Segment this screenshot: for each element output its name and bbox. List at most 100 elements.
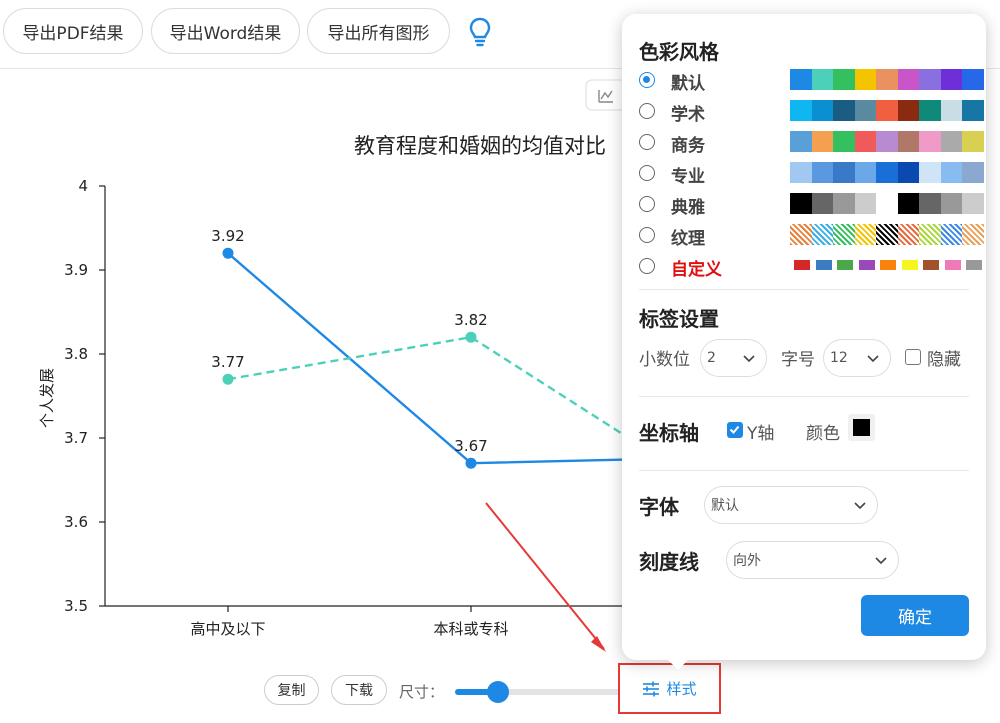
chart-title: 教育程度和婚姻的均值对比 bbox=[354, 134, 606, 158]
color-swatch bbox=[962, 162, 984, 183]
data-point[interactable] bbox=[465, 331, 477, 343]
palette-row[interactable]: 默认 bbox=[639, 67, 984, 94]
color-swatch bbox=[876, 193, 898, 214]
decimals-label: 小数位 bbox=[639, 350, 690, 370]
color-swatch bbox=[897, 100, 919, 121]
color-swatch bbox=[833, 69, 855, 90]
palette-radio[interactable] bbox=[639, 196, 655, 212]
palette-label: 自定义 bbox=[671, 260, 722, 280]
palette-radio[interactable] bbox=[639, 72, 655, 88]
palette-swatches bbox=[790, 255, 988, 270]
palette-swatches bbox=[790, 131, 984, 152]
color-swatch bbox=[815, 260, 832, 270]
palette-row[interactable]: 纹理 bbox=[639, 222, 984, 249]
color-swatch bbox=[897, 224, 919, 245]
y-tick-label: 3.7 bbox=[64, 429, 88, 447]
size-slider[interactable] bbox=[455, 681, 625, 703]
color-swatch bbox=[962, 100, 984, 121]
color-swatch bbox=[940, 69, 962, 90]
palette-radio[interactable] bbox=[639, 103, 655, 119]
color-swatch bbox=[811, 224, 833, 245]
label-settings-title: 标签设置 bbox=[639, 307, 719, 331]
hide-labels-checkbox[interactable] bbox=[905, 349, 921, 365]
palette-label: 默认 bbox=[671, 74, 705, 94]
y-axis-label-text: Y轴 bbox=[747, 424, 775, 444]
export-pdf-button[interactable]: 导出PDF结果 bbox=[3, 8, 143, 54]
y-axis-label: 个人发展 bbox=[38, 368, 56, 428]
palette-row[interactable]: 专业 bbox=[639, 160, 984, 187]
chevron-down-icon bbox=[867, 355, 879, 363]
series-line bbox=[227, 252, 641, 465]
color-swatch bbox=[833, 224, 855, 245]
sliders-icon bbox=[643, 681, 660, 696]
series-layer: 3.92 3.67 3.77 3.82 bbox=[211, 227, 641, 469]
data-point[interactable] bbox=[222, 373, 234, 385]
font-title: 字体 bbox=[639, 495, 679, 519]
font-value: 默认 bbox=[711, 498, 739, 514]
axes: 3.5 3.6 3.7 3.8 3.9 4 高中及以下 本科或专科 bbox=[64, 177, 640, 638]
palette-row[interactable]: 典雅 bbox=[639, 191, 984, 218]
data-label: 3.67 bbox=[454, 437, 487, 455]
data-point[interactable] bbox=[222, 247, 234, 259]
color-swatch bbox=[940, 100, 962, 121]
palette-radio[interactable] bbox=[639, 258, 655, 274]
tick-select[interactable]: 向外 bbox=[726, 541, 899, 579]
color-swatch bbox=[790, 100, 812, 121]
palette-row[interactable]: 商务 bbox=[639, 129, 984, 156]
hide-labels-label: 隐藏 bbox=[927, 350, 961, 370]
decimals-value: 2 bbox=[707, 350, 716, 366]
series-line bbox=[227, 335, 641, 447]
color-swatch bbox=[919, 162, 941, 183]
export-word-button[interactable]: 导出Word结果 bbox=[151, 8, 300, 54]
color-swatch bbox=[790, 162, 812, 183]
decimals-select[interactable]: 2 bbox=[700, 339, 767, 377]
series-1: 3.92 3.67 bbox=[211, 227, 641, 469]
palette-label: 纹理 bbox=[671, 229, 705, 249]
color-swatch bbox=[794, 260, 810, 270]
palette-radio[interactable] bbox=[639, 134, 655, 150]
color-swatch bbox=[837, 260, 853, 270]
color-swatch bbox=[833, 100, 855, 121]
fontsize-select[interactable]: 12 bbox=[823, 339, 891, 377]
copy-button[interactable]: 复制 bbox=[264, 675, 319, 705]
palette-label: 学术 bbox=[671, 105, 705, 125]
download-button[interactable]: 下载 bbox=[331, 675, 387, 705]
color-swatch bbox=[919, 224, 941, 245]
color-swatch bbox=[876, 224, 898, 245]
x-tick-label: 本科或专科 bbox=[433, 620, 508, 638]
size-slider-handle[interactable] bbox=[486, 681, 509, 703]
palette-swatches bbox=[790, 100, 984, 121]
tick-title: 刻度线 bbox=[639, 550, 699, 574]
lightbulb-icon[interactable] bbox=[466, 16, 494, 48]
axis-title: 坐标轴 bbox=[639, 421, 699, 445]
style-button[interactable]: 样式 bbox=[618, 663, 721, 714]
color-swatch bbox=[790, 193, 812, 214]
color-swatch bbox=[876, 69, 898, 90]
palette-radio[interactable] bbox=[639, 165, 655, 181]
y-tick-label: 3.9 bbox=[64, 261, 88, 279]
y-tick-label: 3.5 bbox=[64, 597, 88, 615]
palette-swatches bbox=[790, 193, 984, 214]
confirm-button[interactable]: 确定 bbox=[861, 595, 969, 636]
color-swatch bbox=[962, 224, 984, 245]
axis-color-picker[interactable] bbox=[848, 414, 875, 441]
color-swatch bbox=[940, 131, 962, 152]
color-swatch bbox=[940, 193, 962, 214]
data-point[interactable] bbox=[465, 457, 477, 469]
palette-swatches bbox=[790, 162, 984, 183]
color-swatch bbox=[880, 260, 896, 270]
color-swatch bbox=[854, 162, 876, 183]
palette-label: 典雅 bbox=[671, 198, 705, 218]
y-axis-checkbox[interactable] bbox=[727, 422, 743, 438]
color-swatch bbox=[790, 69, 812, 90]
export-all-figures-button[interactable]: 导出所有图形 bbox=[307, 8, 450, 54]
style-panel: 色彩风格 默认 学术 商务 专业 典雅 纹理 自定义 标签设置 小数位 2 字号 12 隐藏… bbox=[622, 14, 986, 670]
palette-radio[interactable] bbox=[639, 227, 655, 243]
color-swatch bbox=[962, 69, 984, 90]
palette-label: 商务 bbox=[671, 136, 705, 156]
palette-row[interactable]: 自定义 bbox=[639, 253, 982, 280]
color-swatch bbox=[940, 224, 962, 245]
font-select[interactable]: 默认 bbox=[704, 486, 878, 524]
x-tick-label: 高中及以下 bbox=[190, 620, 265, 638]
palette-row[interactable]: 学术 bbox=[639, 98, 984, 125]
